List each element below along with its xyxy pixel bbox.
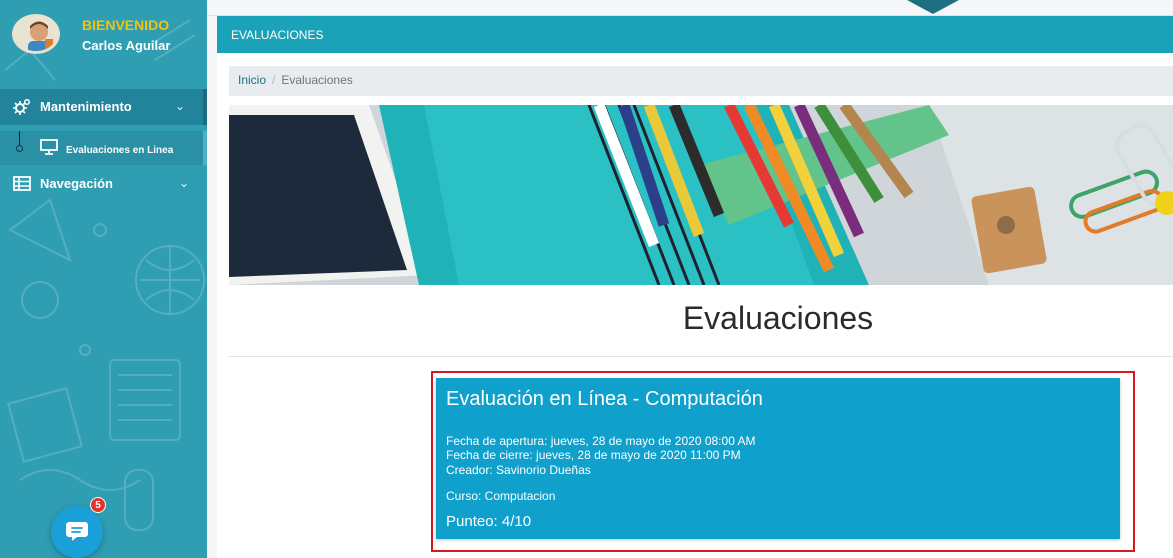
banner-image: [229, 105, 1173, 285]
breadcrumb-home-link[interactable]: Inicio: [238, 73, 266, 87]
sidebar-item-label: Navegación: [40, 176, 113, 191]
sidebar-item-evaluaciones-en-linea[interactable]: Evaluaciones en Linea: [0, 131, 207, 165]
chat-icon: [66, 522, 88, 541]
top-bar: [207, 0, 1173, 16]
user-profile: BIENVENIDO Carlos Aguilar: [10, 12, 200, 58]
chevron-down-icon: ⌄: [178, 176, 189, 190]
main-content: EVALUACIONES Inicio / Evaluaciones Evalu…: [207, 0, 1173, 558]
score: Punteo: 4/10: [446, 513, 532, 530]
sidebar: BIENVENIDO Carlos Aguilar Mantenimiento …: [0, 0, 207, 558]
chat-button[interactable]: [51, 506, 103, 558]
school-supplies-banner: [229, 105, 1173, 285]
evaluation-title[interactable]: Evaluación en Línea - Computación: [446, 388, 763, 411]
panel-header: EVALUACIONES: [217, 16, 1173, 53]
breadcrumb-current: Evaluaciones: [281, 73, 353, 87]
page-title: Evaluaciones: [682, 300, 874, 336]
divider: [229, 356, 1173, 357]
username: Carlos Aguilar: [82, 38, 171, 53]
tree-bullet: [16, 145, 23, 152]
monitor-icon: [40, 139, 58, 155]
creator: Creador: Savinorio Dueñas: [446, 463, 591, 477]
notification-badge: 5: [90, 497, 106, 513]
course: Curso: Computacion: [446, 489, 556, 503]
closing-date: Fecha de cierre: jueves, 28 de mayo de 2…: [446, 448, 741, 462]
chevron-down-icon: ⌄: [174, 99, 185, 113]
breadcrumb-separator: /: [272, 73, 276, 87]
evaluation-card[interactable]: Evaluación en Línea - Computación Fecha …: [436, 378, 1120, 539]
sidebar-item-mantenimiento[interactable]: Mantenimiento ⌄: [0, 89, 207, 125]
opening-date: Fecha de apertura: jueves, 28 de mayo de…: [446, 434, 756, 448]
table-icon: [13, 176, 31, 191]
breadcrumb: Inicio / Evaluaciones: [229, 66, 1173, 96]
gears-icon: [13, 98, 31, 115]
sidebar-item-label: Mantenimiento: [40, 99, 132, 114]
dropdown-arrow-icon[interactable]: [907, 0, 959, 14]
avatar-image: [15, 17, 57, 51]
welcome-label: BIENVENIDO: [82, 17, 170, 33]
school-doodles-background: [4, 19, 205, 531]
sidebar-item-label: Evaluaciones en Linea: [66, 145, 174, 156]
avatar[interactable]: [12, 14, 60, 54]
sidebar-item-navegacion[interactable]: Navegación ⌄: [0, 166, 207, 202]
